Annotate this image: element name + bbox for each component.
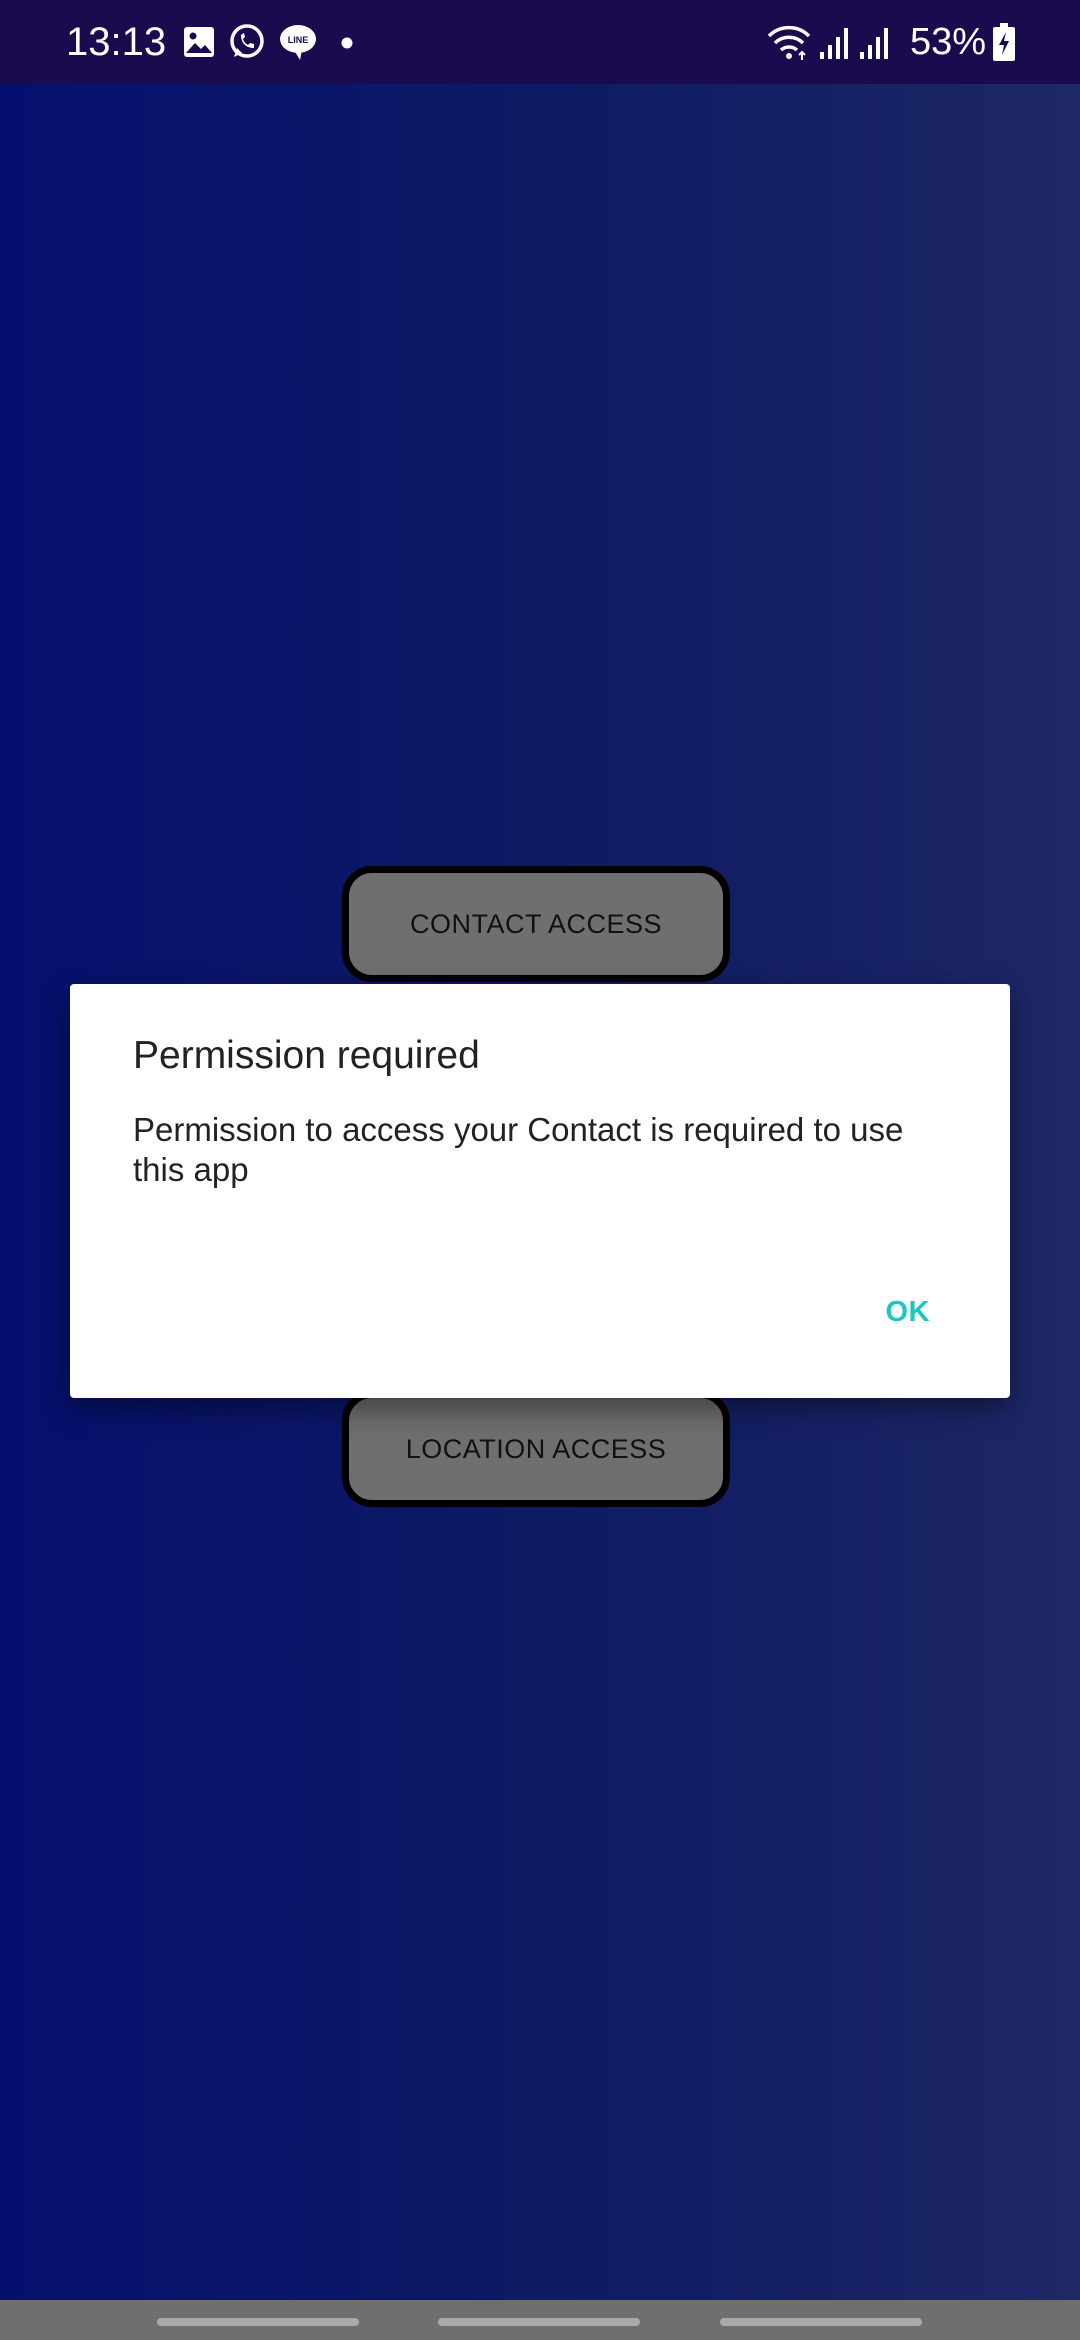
location-access-label: LOCATION ACCESS xyxy=(405,1433,667,1464)
nav-home-button[interactable] xyxy=(438,2318,640,2326)
location-access-button[interactable]: LOCATION ACCESS xyxy=(342,1391,730,1507)
svg-text:LINE: LINE xyxy=(288,35,309,45)
permission-dialog: Permission required Permission to access… xyxy=(70,984,1010,1398)
dialog-title: Permission required xyxy=(133,1034,480,1077)
wifi-icon xyxy=(767,25,811,60)
ok-button[interactable]: OK xyxy=(886,1296,931,1329)
signal-icon xyxy=(820,28,848,59)
signal-icon xyxy=(860,28,888,59)
contact-access-button[interactable]: CONTACT ACCESS xyxy=(342,866,730,982)
dialog-message: Permission to access your Contact is req… xyxy=(133,1111,904,1188)
whatsapp-icon xyxy=(230,24,264,58)
battery-percentage: 53% xyxy=(910,21,987,63)
nav-recents-button[interactable] xyxy=(157,2318,359,2326)
line-icon: LINE xyxy=(280,25,316,60)
nav-back-button[interactable] xyxy=(720,2318,922,2326)
contact-access-label: CONTACT ACCESS xyxy=(409,908,663,939)
status-time: 13:13 xyxy=(66,20,167,64)
navigation-bar xyxy=(0,2300,1080,2340)
image-icon xyxy=(184,27,214,57)
battery-charging-icon xyxy=(993,23,1015,61)
status-bar: 13:13 LINE 53% xyxy=(0,0,1080,84)
dot-icon xyxy=(341,37,353,49)
